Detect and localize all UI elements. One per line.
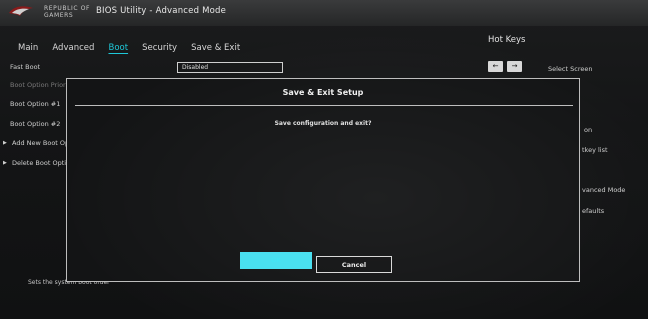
cancel-button[interactable]: Cancel bbox=[316, 256, 392, 273]
save-exit-dialog: Save & Exit Setup Save configuration and… bbox=[66, 78, 580, 282]
right-arrow-key-icon: → bbox=[507, 61, 522, 72]
add-boot-option-label[interactable]: Add New Boot Opti bbox=[12, 139, 74, 147]
brand-line-2: GAMERS bbox=[44, 12, 74, 19]
ok-button[interactable]: OK bbox=[240, 252, 312, 269]
dialog-divider bbox=[75, 105, 573, 106]
dialog-message: Save configuration and exit? bbox=[274, 120, 372, 127]
fast-boot-select[interactable]: Disabled bbox=[177, 62, 283, 73]
boot-option-2-label[interactable]: Boot Option #2 bbox=[10, 120, 60, 128]
hotkey-partial-3: vanced Mode bbox=[582, 186, 626, 194]
rog-eye-icon bbox=[9, 6, 33, 17]
hotkey-partial-2: tkey list bbox=[582, 146, 608, 154]
tab-boot[interactable]: Boot bbox=[108, 43, 128, 53]
hotkey-select-screen: Select Screen bbox=[548, 65, 593, 73]
tab-save-exit[interactable]: Save & Exit bbox=[191, 43, 240, 53]
hotkey-partial-4: efaults bbox=[582, 207, 605, 215]
title-bar: REPUBLIC OF GAMERS BIOS Utility - Advanc… bbox=[0, 0, 648, 26]
dialog-title: Save & Exit Setup bbox=[282, 88, 364, 97]
delete-boot-option-label[interactable]: Delete Boot Optio bbox=[12, 159, 70, 167]
tab-security[interactable]: Security bbox=[142, 43, 177, 53]
app-title: BIOS Utility - Advanced Mode bbox=[96, 6, 227, 16]
brand-text: REPUBLIC OF GAMERS bbox=[44, 5, 90, 19]
left-arrow-key-icon: ← bbox=[488, 61, 503, 72]
boot-option-priorities-label: Boot Option Priori bbox=[10, 81, 68, 89]
hotkeys-title: Hot Keys bbox=[488, 35, 526, 45]
tab-main[interactable]: Main bbox=[18, 43, 38, 53]
submenu-arrow-icon: ▶ bbox=[3, 140, 7, 146]
fast-boot-label[interactable]: Fast Boot bbox=[10, 63, 40, 71]
submenu-arrow-icon: ▶ bbox=[3, 160, 7, 166]
hotkey-partial-1: on bbox=[584, 126, 593, 134]
bios-screen: REPUBLIC OF GAMERS BIOS Utility - Advanc… bbox=[0, 0, 648, 319]
rog-logo: REPUBLIC OF GAMERS bbox=[8, 2, 108, 24]
boot-option-1-label[interactable]: Boot Option #1 bbox=[10, 100, 60, 108]
tab-bar: Main Advanced Boot Security Save & Exit bbox=[18, 35, 249, 53]
tab-advanced[interactable]: Advanced bbox=[52, 43, 94, 53]
brand-line-1: REPUBLIC OF bbox=[44, 5, 91, 12]
